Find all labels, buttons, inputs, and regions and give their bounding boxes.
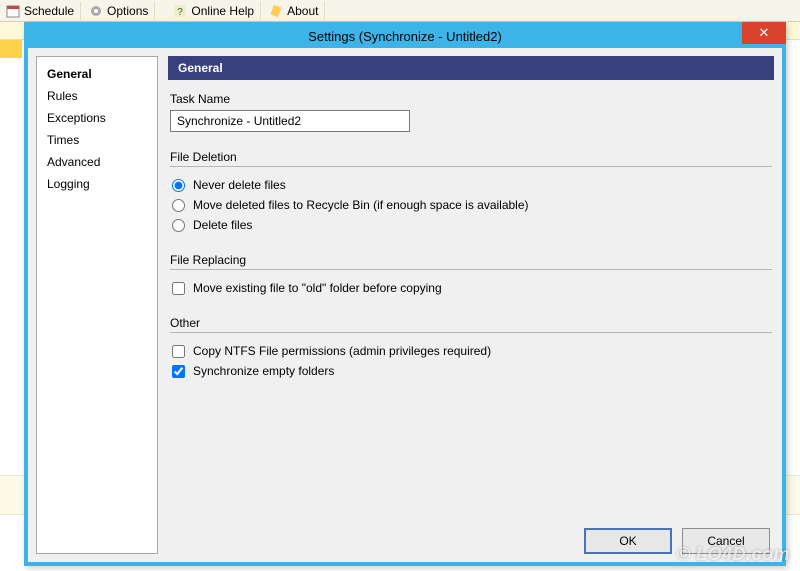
cancel-button[interactable]: Cancel	[682, 528, 770, 554]
radio-delete-files[interactable]: Delete files	[170, 215, 772, 235]
group-title: File Deletion	[170, 150, 772, 164]
sidebar-item-logging[interactable]: Logging	[47, 175, 147, 197]
toolbar-label: Online Help	[191, 4, 254, 18]
toolbar-label: Schedule	[24, 4, 74, 18]
group-divider	[170, 332, 772, 333]
dialog-buttons: OK Cancel	[584, 528, 770, 554]
sidebar-item-general[interactable]: General	[47, 65, 147, 87]
gear-icon	[89, 4, 103, 18]
settings-dialog: Settings (Synchronize - Untitled2) ✕ Gen…	[24, 22, 786, 566]
help-icon: ?	[173, 4, 187, 18]
checkbox-input[interactable]	[172, 365, 185, 378]
toolbar-item-schedule[interactable]: Schedule	[0, 2, 81, 20]
toolbar-item-about[interactable]: About	[263, 2, 325, 20]
group-divider	[170, 269, 772, 270]
background-toolbar: Schedule Options ? Online Help About	[0, 0, 800, 22]
radio-label: Never delete files	[193, 178, 286, 192]
close-button[interactable]: ✕	[742, 22, 786, 44]
group-file-replacing: File Replacing Move existing file to "ol…	[170, 253, 772, 298]
radio-never-delete[interactable]: Never delete files	[170, 175, 772, 195]
toolbar-item-online-help[interactable]: ? Online Help	[167, 2, 261, 20]
group-file-deletion: File Deletion Never delete files Move de…	[170, 150, 772, 235]
sidebar-item-advanced[interactable]: Advanced	[47, 153, 147, 175]
sidebar-item-label: Rules	[47, 89, 78, 103]
dialog-body: General Rules Exceptions Times Advanced …	[36, 56, 774, 554]
svg-text:?: ?	[178, 7, 184, 18]
ok-button[interactable]: OK	[584, 528, 672, 554]
toolbar-label: Options	[107, 4, 148, 18]
sidebar-item-label: Exceptions	[47, 111, 106, 125]
checkbox-label: Copy NTFS File permissions (admin privil…	[193, 344, 491, 358]
checkbox-label: Move existing file to "old" folder befor…	[193, 281, 442, 295]
sidebar-item-exceptions[interactable]: Exceptions	[47, 109, 147, 131]
close-icon: ✕	[759, 25, 770, 41]
checkbox-move-old[interactable]: Move existing file to "old" folder befor…	[170, 278, 772, 298]
radio-input[interactable]	[172, 199, 185, 212]
sidebar-item-label: Logging	[47, 177, 90, 191]
background-highlight	[0, 40, 22, 58]
sidebar-item-label: General	[47, 67, 92, 81]
titlebar[interactable]: Settings (Synchronize - Untitled2) ✕	[24, 22, 786, 48]
radio-label: Delete files	[193, 218, 252, 232]
group-title: Other	[170, 316, 772, 330]
group-title: File Replacing	[170, 253, 772, 267]
checkbox-label: Synchronize empty folders	[193, 364, 334, 378]
checkbox-copy-ntfs[interactable]: Copy NTFS File permissions (admin privil…	[170, 341, 772, 361]
checkbox-input[interactable]	[172, 345, 185, 358]
dialog-title: Settings (Synchronize - Untitled2)	[24, 27, 786, 44]
sidebar-item-times[interactable]: Times	[47, 131, 147, 153]
radio-input[interactable]	[172, 219, 185, 232]
sidebar-item-label: Times	[47, 133, 79, 147]
section-header: General	[168, 56, 774, 80]
toolbar-item-options[interactable]: Options	[83, 2, 155, 20]
settings-content: General Task Name File Deletion Never de…	[168, 56, 774, 554]
sidebar-item-rules[interactable]: Rules	[47, 87, 147, 109]
radio-label: Move deleted files to Recycle Bin (if en…	[193, 198, 529, 212]
group-other: Other Copy NTFS File permissions (admin …	[170, 316, 772, 381]
task-name-label: Task Name	[170, 92, 772, 106]
radio-input[interactable]	[172, 179, 185, 192]
checkbox-input[interactable]	[172, 282, 185, 295]
about-icon	[269, 4, 283, 18]
toolbar-label: About	[287, 4, 318, 18]
sidebar-item-label: Advanced	[47, 155, 100, 169]
task-name-input[interactable]	[170, 110, 410, 132]
schedule-icon	[6, 4, 20, 18]
radio-move-recycle[interactable]: Move deleted files to Recycle Bin (if en…	[170, 195, 772, 215]
checkbox-sync-empty[interactable]: Synchronize empty folders	[170, 361, 772, 381]
group-divider	[170, 166, 772, 167]
settings-sidebar: General Rules Exceptions Times Advanced …	[36, 56, 158, 554]
